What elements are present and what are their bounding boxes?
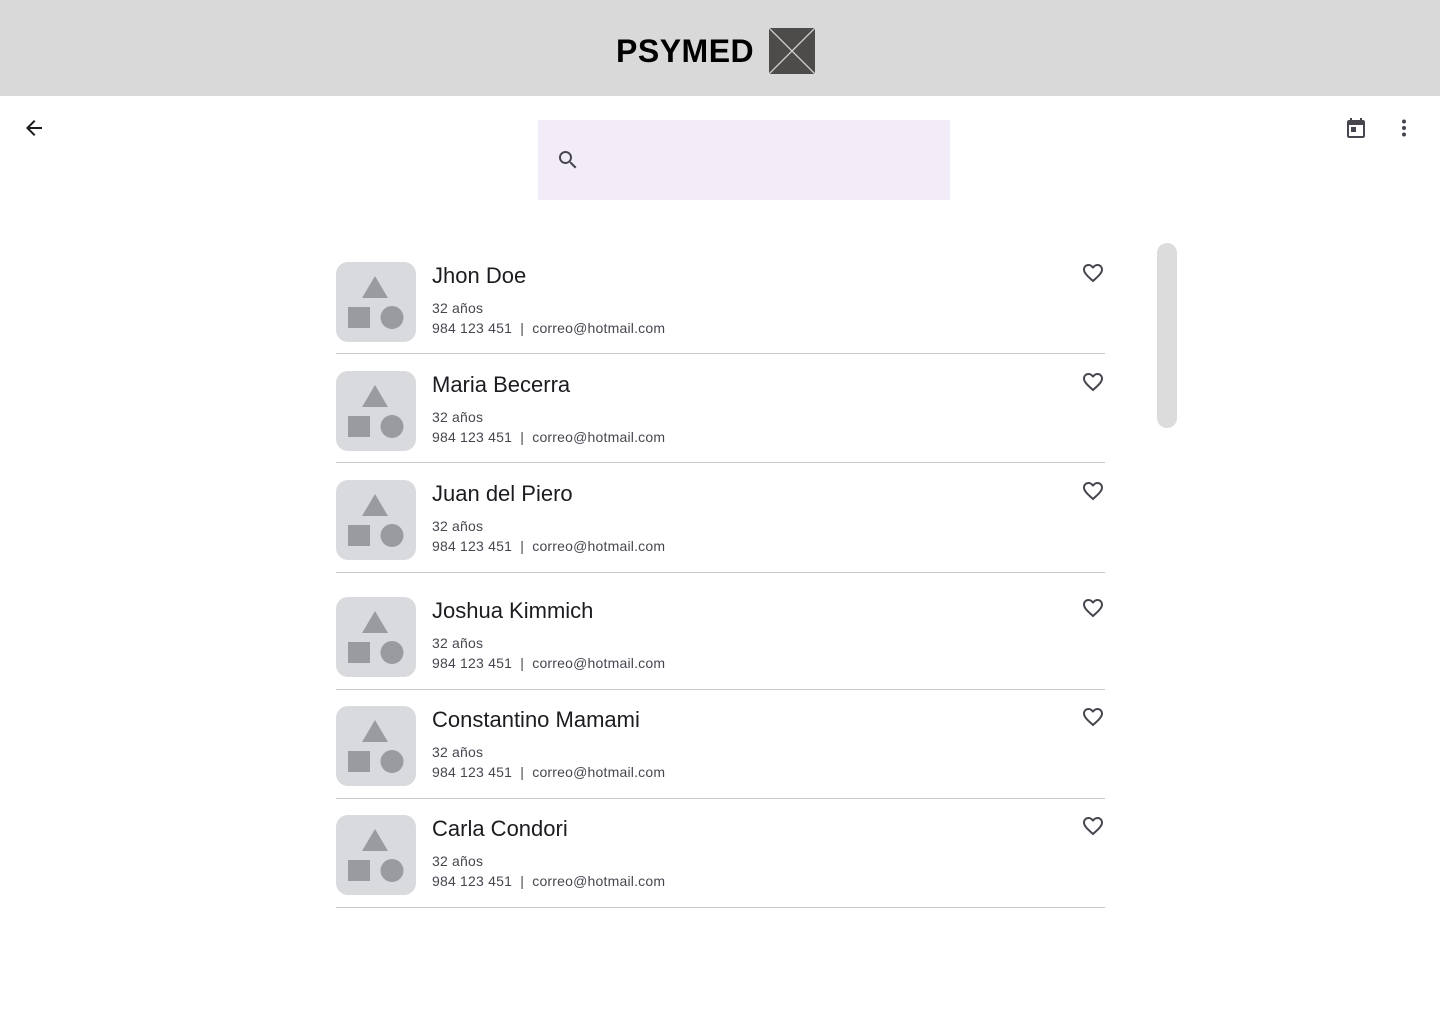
list-item[interactable]: Jhon Doe 32 años 984 123 451 | correo@ho… (336, 242, 1105, 354)
patient-age: 32 años (432, 518, 484, 534)
list-scrollbar[interactable] (1157, 243, 1177, 428)
patient-name: Jhon Doe (432, 263, 527, 288)
search-bar[interactable] (538, 120, 950, 200)
patient-contact: 984 123 451 | correo@hotmail.com (432, 873, 666, 889)
patient-age: 32 años (432, 409, 484, 425)
patient-age: 32 años (432, 744, 484, 760)
favorite-heart-icon[interactable] (1081, 261, 1105, 285)
list-item[interactable]: Constantino Mamami 32 años 984 123 451 |… (336, 690, 1105, 799)
calendar-button[interactable] (1336, 108, 1376, 148)
avatar (336, 597, 416, 677)
search-icon (559, 151, 577, 169)
avatar (336, 371, 416, 451)
list-item[interactable]: Carla Condori 32 años 984 123 451 | corr… (336, 799, 1105, 908)
patient-name: Carla Condori (432, 816, 568, 841)
favorite-heart-icon[interactable] (1081, 370, 1105, 394)
app-header: PSYMED (0, 0, 1440, 96)
patient-name: Juan del Piero (432, 481, 573, 506)
image-placeholder-icon (348, 494, 404, 547)
patient-contact: 984 123 451 | correo@hotmail.com (432, 764, 666, 780)
image-placeholder-icon (348, 611, 404, 664)
favorite-heart-icon[interactable] (1081, 479, 1105, 503)
search-input[interactable] (592, 140, 932, 180)
image-placeholder-icon (348, 385, 404, 438)
patient-age: 32 años (432, 300, 484, 316)
avatar (336, 480, 416, 560)
back-button[interactable] (14, 108, 54, 148)
list-item[interactable]: Maria Becerra 32 años 984 123 451 | corr… (336, 354, 1105, 463)
patient-contact: 984 123 451 | correo@hotmail.com (432, 429, 666, 445)
patient-age: 32 años (432, 635, 484, 651)
calendar-icon (1347, 118, 1365, 138)
image-placeholder-icon (768, 27, 816, 75)
favorite-heart-icon[interactable] (1081, 705, 1105, 729)
avatar (336, 706, 416, 786)
image-placeholder-icon (348, 720, 404, 773)
avatar (336, 262, 416, 342)
avatar (336, 815, 416, 895)
favorite-heart-icon[interactable] (1081, 596, 1105, 620)
patient-contact: 984 123 451 | correo@hotmail.com (432, 320, 666, 336)
favorite-heart-icon[interactable] (1081, 814, 1105, 838)
patient-name: Constantino Mamami (432, 707, 640, 732)
patient-name: Maria Becerra (432, 372, 571, 397)
more-options-button[interactable] (1384, 108, 1424, 148)
more-vert-icon (1402, 119, 1406, 137)
arrow-back-icon (26, 120, 42, 136)
patient-contact: 984 123 451 | correo@hotmail.com (432, 538, 666, 554)
list-item[interactable]: Juan del Piero 32 años 984 123 451 | cor… (336, 463, 1105, 573)
patient-age: 32 años (432, 853, 484, 869)
patient-contact: 984 123 451 | correo@hotmail.com (432, 655, 666, 671)
list-item[interactable]: Joshua Kimmich 32 años 984 123 451 | cor… (336, 573, 1105, 690)
image-placeholder-icon (348, 276, 404, 329)
brand-title: PSYMED (616, 33, 755, 69)
patient-name: Joshua Kimmich (432, 598, 594, 623)
image-placeholder-icon (348, 829, 404, 882)
